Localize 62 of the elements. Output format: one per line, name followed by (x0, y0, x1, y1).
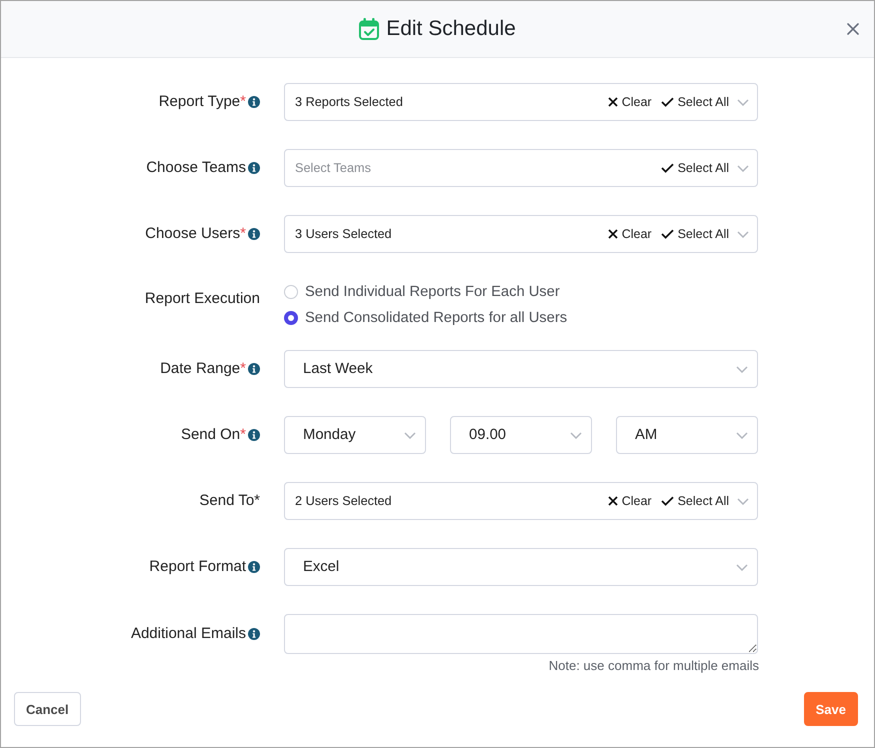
multi-select-field[interactable]: 3 Users Selected Clear Select All (284, 215, 758, 253)
hint-text: Note: use comma for multiple emails (548, 658, 759, 674)
x-icon (608, 496, 618, 506)
chevron-down-icon (737, 164, 749, 172)
info-icon[interactable] (248, 429, 260, 441)
info-icon[interactable] (248, 561, 260, 573)
select-field[interactable]: Excel (284, 548, 758, 586)
info-icon[interactable] (248, 162, 260, 174)
info-icon[interactable] (248, 628, 260, 640)
field-label: Send On* (180, 426, 246, 444)
cancel-button[interactable]: Cancel (14, 692, 81, 726)
field-label: Date Range* (160, 360, 246, 378)
chevron-down-icon (736, 432, 748, 438)
info-icon[interactable] (248, 96, 260, 108)
select-all-button[interactable]: Select All (660, 227, 729, 241)
close-button[interactable] (847, 23, 859, 35)
multi-select-field[interactable]: 2 Users Selected Clear Select All (284, 482, 758, 520)
clear-button[interactable]: Clear (608, 494, 652, 508)
chevron-down-icon (737, 230, 749, 238)
field-label: Additional Emails (130, 625, 246, 643)
select-field[interactable]: Monday (284, 416, 426, 454)
chevron-down-icon (736, 564, 748, 570)
selected-value: 3 Reports Selected (295, 95, 404, 109)
clear-button[interactable]: Clear (608, 95, 652, 109)
info-icon[interactable] (248, 363, 260, 375)
select-field[interactable]: Last Week (284, 350, 758, 388)
x-icon (608, 229, 618, 239)
chevron-down-icon (737, 498, 749, 504)
check-icon (660, 163, 674, 173)
select-all-button[interactable]: Select All (660, 95, 729, 109)
calendar-check-icon (359, 18, 380, 40)
check-icon (660, 229, 674, 239)
selected-value: 3 Users Selected (295, 227, 393, 241)
chevron-down-icon (570, 432, 582, 438)
chevron-down-icon (737, 98, 749, 106)
info-icon[interactable] (248, 228, 260, 240)
radio-button[interactable] (284, 311, 298, 325)
multi-select-field[interactable]: 3 Reports Selected Clear Select All (284, 83, 758, 121)
select-all-button[interactable]: Select All (660, 494, 729, 508)
close-icon (847, 23, 859, 35)
select-field[interactable]: 09.00 (450, 416, 592, 454)
radio-label[interactable]: Send Individual Reports For Each User (305, 284, 560, 300)
field-label: Report Type* (158, 93, 246, 111)
multi-select-field[interactable]: Select Teams Select All (284, 149, 758, 187)
x-icon (608, 97, 618, 107)
field-label: Choose Teams (146, 159, 246, 177)
check-icon (660, 97, 674, 107)
select-all-button[interactable]: Select All (660, 161, 729, 175)
chevron-down-icon (736, 366, 748, 372)
clear-button[interactable]: Clear (608, 227, 652, 241)
select-field[interactable]: AM (616, 416, 758, 454)
radio-button[interactable] (284, 285, 298, 299)
dialog-title: Edit Schedule (386, 17, 516, 41)
field-label: Send To* (199, 492, 260, 510)
field-label: Report Execution (144, 290, 260, 308)
radio-label[interactable]: Send Consolidated Reports for all Users (305, 310, 568, 326)
field-label: Choose Users* (145, 225, 246, 243)
field-label: Report Format (149, 558, 246, 576)
check-icon (660, 496, 674, 506)
placeholder-text: Select Teams (295, 161, 372, 175)
selected-value: 2 Users Selected (295, 494, 393, 508)
chevron-down-icon (404, 432, 416, 438)
